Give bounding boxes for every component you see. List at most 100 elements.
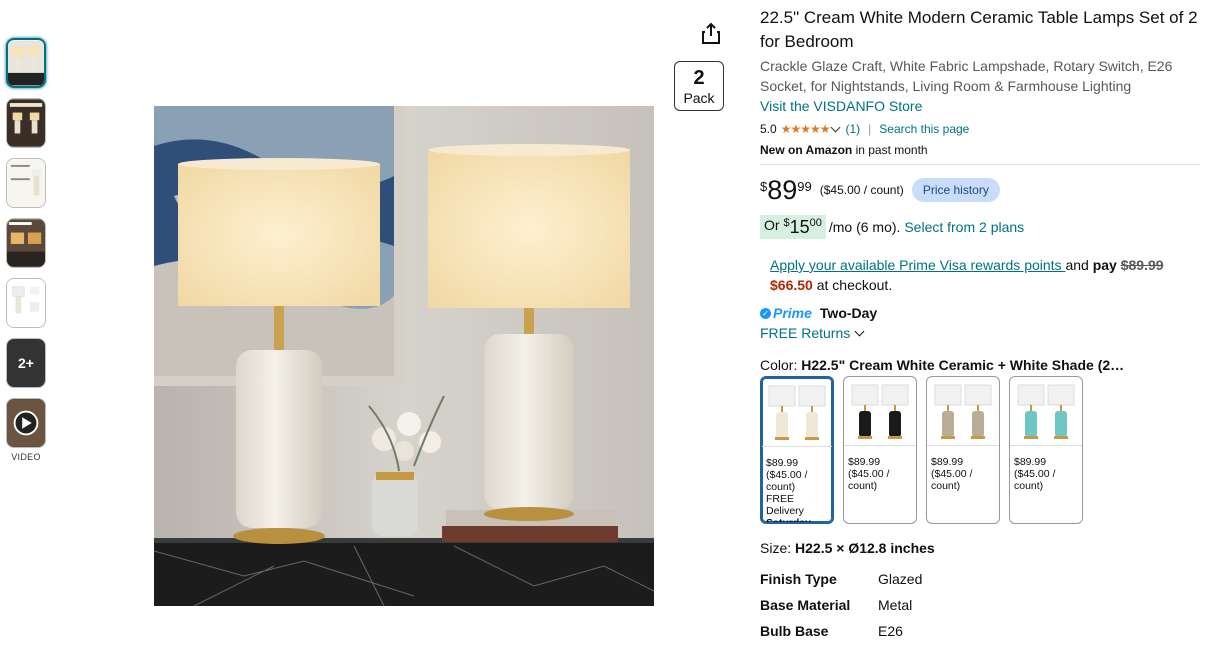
attribute-row: Finish Type Glazed <box>760 566 922 592</box>
product-info: 22.5" Cream White Modern Ceramic Table L… <box>760 6 1200 644</box>
thumbnail-1[interactable] <box>6 38 46 88</box>
color-label: Color: <box>760 357 802 373</box>
monthly-whole: 15 <box>789 217 810 237</box>
review-count-link[interactable]: (1) <box>845 119 860 139</box>
divider: | <box>868 122 872 136</box>
size-row: Size: H22.5 × Ø12.8 inches <box>760 540 1200 556</box>
prime-check-icon: ✓ <box>760 307 771 319</box>
prime-label: Prime <box>773 305 812 321</box>
price-fraction: 99 <box>797 179 812 194</box>
color-swatches: $89.99 ($45.00 /count) FREE Delivery Saturd… <box>760 376 1200 524</box>
swatch-image <box>1010 377 1082 445</box>
swatch-unit2: count) <box>848 480 878 492</box>
new-on-amazon: New on Amazon in past month <box>760 140 1200 160</box>
swatch-unit2: count) <box>766 481 796 493</box>
divider-line <box>760 164 1200 165</box>
swatch-details: $89.99 ($45.00 /count) FREE Delivery Saturd… <box>762 446 832 524</box>
price-row: $ 89 99 ($45.00 / count) Price history <box>760 175 1200 207</box>
product-subtitle: Crackle Glaze Craft, White Fabric Lampsh… <box>760 58 1173 94</box>
color-swatch[interactable]: $89.99 ($45.00 /count) <box>1009 376 1083 524</box>
attribute-key: Finish Type <box>760 571 837 587</box>
swatch-price: $89.99 <box>1014 456 1047 468</box>
prime-row: ✓ Prime Two-Day <box>760 305 1200 321</box>
monthly-or: Or <box>764 217 780 233</box>
rating-value: 5.0 <box>760 122 777 136</box>
swatch-unit2: count) <box>1014 480 1044 492</box>
attribute-value: Glazed <box>878 571 923 587</box>
monthly-price-box: Or $ 15 00 <box>760 215 826 239</box>
star-rating-icon[interactable]: ★★★★★ <box>781 119 831 139</box>
swatch-image <box>927 377 999 445</box>
new-on-rest: in past month <box>852 143 928 157</box>
chevron-down-icon[interactable] <box>831 122 841 133</box>
monthly-payment-row: Or $ 15 00 /mo (6 mo). Select from 2 pla… <box>760 215 1200 239</box>
color-swatch[interactable]: $89.99 ($45.00 /count) <box>843 376 917 524</box>
price-history-button[interactable]: Price history <box>911 178 1000 202</box>
thumbnail-5[interactable] <box>6 278 46 328</box>
new-on-bold: New on Amazon <box>760 143 853 157</box>
attribute-key: Base Material <box>760 597 851 613</box>
swatch-delivery: FREE Delivery <box>766 493 804 517</box>
search-page-link[interactable]: Search this page <box>879 119 969 139</box>
visa-rewards: Apply your available Prime Visa rewards … <box>760 255 1200 295</box>
swatch-details: $89.99 ($45.00 /count) <box>927 445 999 492</box>
product-page: 2+ VIDEO 2 Pack 22.5" Cream White Modern… <box>0 0 1230 656</box>
swatch-details: $89.99 ($45.00 /count) <box>1010 445 1082 492</box>
attribute-value: Metal <box>878 597 913 613</box>
swatch-image <box>762 378 832 446</box>
pack-number: 2 <box>693 67 705 89</box>
swatch-details: $89.99 ($45.00 /count) <box>844 445 916 492</box>
monthly-fraction: 00 <box>809 217 822 229</box>
thumbnail-more[interactable]: 2+ <box>6 338 46 388</box>
visa-rewards-link[interactable]: Apply your available Prime Visa rewards … <box>770 257 1065 273</box>
price-per-unit: ($45.00 / count) <box>819 183 904 197</box>
share-icon[interactable] <box>700 22 722 46</box>
swatch-price: $89.99 <box>848 456 881 468</box>
price-whole: 89 <box>767 175 798 205</box>
price-currency: $ <box>760 179 768 194</box>
video-label: VIDEO <box>11 452 41 462</box>
swatch-unit: ($45.00 / <box>1014 468 1056 480</box>
swatch-price: $89.99 <box>931 456 964 468</box>
free-returns[interactable]: FREE Returns <box>760 325 1200 341</box>
size-value: H22.5 × Ø12.8 inches <box>795 540 935 556</box>
visa-pay: pay <box>1092 257 1121 273</box>
visa-checkout: at checkout. <box>812 277 893 293</box>
thumbnail-2[interactable] <box>6 98 46 148</box>
thumbnail-3[interactable] <box>6 158 46 208</box>
swatch-unit: ($45.00 / <box>766 469 808 481</box>
rating-row: 5.0 ★★★★★ (1) | Search this page <box>760 119 1200 139</box>
swatch-delivery-day: Saturday <box>766 517 811 524</box>
swatch-unit: ($45.00 / <box>931 468 973 480</box>
swatch-unit2: count) <box>931 480 961 492</box>
attribute-key: Bulb Base <box>760 623 829 639</box>
chevron-down-icon <box>854 326 865 336</box>
attribute-row: Base Material Metal <box>760 592 922 618</box>
main-product-image[interactable] <box>154 106 654 606</box>
visa-old-price: $89.99 <box>1120 257 1164 273</box>
size-label: Size: <box>760 540 796 556</box>
thumbnail-more-label: 2+ <box>18 355 34 371</box>
free-returns-label: FREE Returns <box>760 325 851 341</box>
attribute-value: E26 <box>878 623 903 639</box>
thumbnail-strip: 2+ VIDEO <box>6 38 46 462</box>
attribute-row: Bulb Base E26 <box>760 618 922 644</box>
visa-new-price: $66.50 <box>770 277 813 293</box>
thumbnail-video[interactable] <box>6 398 46 448</box>
color-selector-label: Color: H22.5" Cream White Ceramic + Whit… <box>760 357 1200 373</box>
monthly-terms: /mo (6 mo). <box>828 219 901 235</box>
select-plans-link[interactable]: Select from 2 plans <box>904 219 1024 235</box>
color-value: H22.5" Cream White Ceramic + White Shade… <box>801 357 1125 373</box>
color-swatch[interactable]: $89.99 ($45.00 /count) FREE Delivery Saturd… <box>760 376 834 524</box>
swatch-price: $89.99 <box>766 457 799 469</box>
pack-label: Pack <box>683 90 715 106</box>
store-link[interactable]: Visit the VISDANFO Store <box>760 96 1200 116</box>
pack-badge: 2 Pack <box>674 61 724 111</box>
attributes-table: Finish Type Glazed Base Material Metal Bul… <box>760 566 922 644</box>
thumbnail-4[interactable] <box>6 218 46 268</box>
swatch-unit: ($45.00 / <box>848 468 890 480</box>
swatch-image <box>844 377 916 445</box>
prime-speed: Two-Day <box>819 305 878 321</box>
color-swatch[interactable]: $89.99 ($45.00 /count) <box>926 376 1000 524</box>
product-title: 22.5" Cream White Modern Ceramic Table L… <box>760 8 1198 51</box>
